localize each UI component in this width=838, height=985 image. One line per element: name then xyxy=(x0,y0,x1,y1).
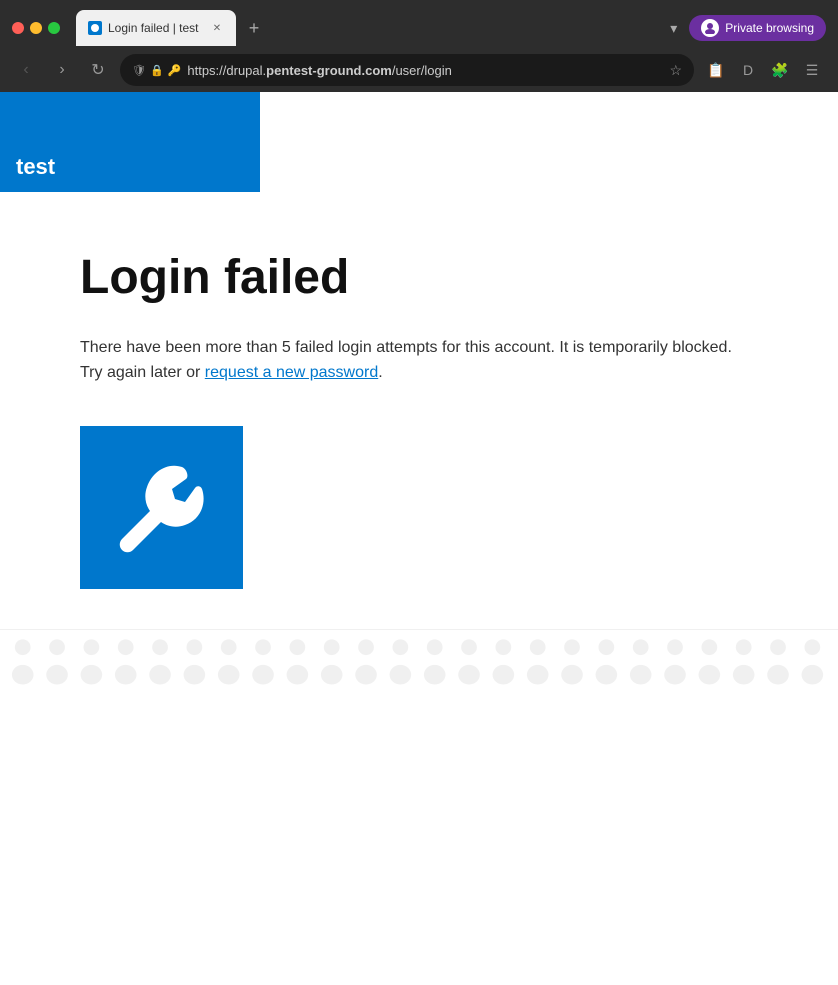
page-wrapper: test Login failed There have been more t… xyxy=(0,92,838,985)
browser-chrome: Login failed | test ✕ + ▾ Private browsi… xyxy=(0,0,838,92)
address-domain: pentest-ground.com xyxy=(266,63,392,78)
forward-button[interactable]: › xyxy=(48,56,76,84)
page-content: test Login failed There have been more t… xyxy=(0,92,838,985)
back-button[interactable]: ‹ xyxy=(12,56,40,84)
page-heading: Login failed xyxy=(80,252,758,305)
extensions-button[interactable]: 🧩 xyxy=(766,56,794,84)
tab-dropdown-button[interactable]: ▾ xyxy=(666,16,681,41)
minimize-button[interactable] xyxy=(30,22,42,34)
maximize-button[interactable] xyxy=(48,22,60,34)
drupal-favicon-icon xyxy=(90,23,100,33)
nav-bar: ‹ › ↻ 🛡 🔒 🔑 https://drupal.pentest-groun… xyxy=(0,48,838,92)
traffic-lights xyxy=(12,22,60,34)
private-browsing-icon xyxy=(701,19,719,37)
tab-favicon xyxy=(88,21,102,35)
reload-button[interactable]: ↻ xyxy=(84,56,112,84)
site-header: test xyxy=(0,92,260,192)
error-message: There have been more than 5 failed login… xyxy=(80,335,758,386)
key-icon: 🔑 xyxy=(168,64,182,77)
footer-decoration xyxy=(0,629,838,689)
wrench-icon xyxy=(107,452,217,562)
request-password-link[interactable]: request a new password xyxy=(205,364,378,381)
address-protocol: https://drupal. xyxy=(187,63,266,78)
bookmark-star-icon[interactable]: ☆ xyxy=(669,62,682,79)
tab-title: Login failed | test xyxy=(108,21,204,35)
main-content: Login failed There have been more than 5… xyxy=(0,192,838,629)
footer-icons xyxy=(8,629,830,689)
shield-icon: 🛡 xyxy=(132,64,146,77)
tab-bar: Login failed | test ✕ + ▾ xyxy=(76,10,681,46)
address-path: /user/login xyxy=(392,63,452,78)
drupal-logo xyxy=(80,426,243,589)
address-bar[interactable]: 🛡 🔒 🔑 https://drupal.pentest-ground.com/… xyxy=(120,54,694,86)
lock-icon: 🔒 xyxy=(150,64,164,77)
error-message-after-link: . xyxy=(378,364,382,381)
private-browsing-label: Private browsing xyxy=(725,21,814,35)
menu-button[interactable]: ☰ xyxy=(798,56,826,84)
tab-close-button[interactable]: ✕ xyxy=(210,21,224,35)
title-bar: Login failed | test ✕ + ▾ Private browsi… xyxy=(0,0,838,48)
security-icons: 🛡 🔒 🔑 xyxy=(132,64,181,77)
close-button[interactable] xyxy=(12,22,24,34)
profile-button[interactable]: D xyxy=(734,56,762,84)
address-text: https://drupal.pentest-ground.com/user/l… xyxy=(187,63,663,78)
nav-actions: 📋 D 🧩 ☰ xyxy=(702,56,826,84)
site-title: test xyxy=(16,154,55,180)
pocket-button[interactable]: 📋 xyxy=(702,56,730,84)
mask-icon xyxy=(704,22,716,34)
private-browsing-indicator: Private browsing xyxy=(689,15,826,41)
new-tab-button[interactable]: + xyxy=(240,14,268,42)
active-tab[interactable]: Login failed | test ✕ xyxy=(76,10,236,46)
error-message-before-link: There have been more than 5 failed login… xyxy=(80,339,732,382)
